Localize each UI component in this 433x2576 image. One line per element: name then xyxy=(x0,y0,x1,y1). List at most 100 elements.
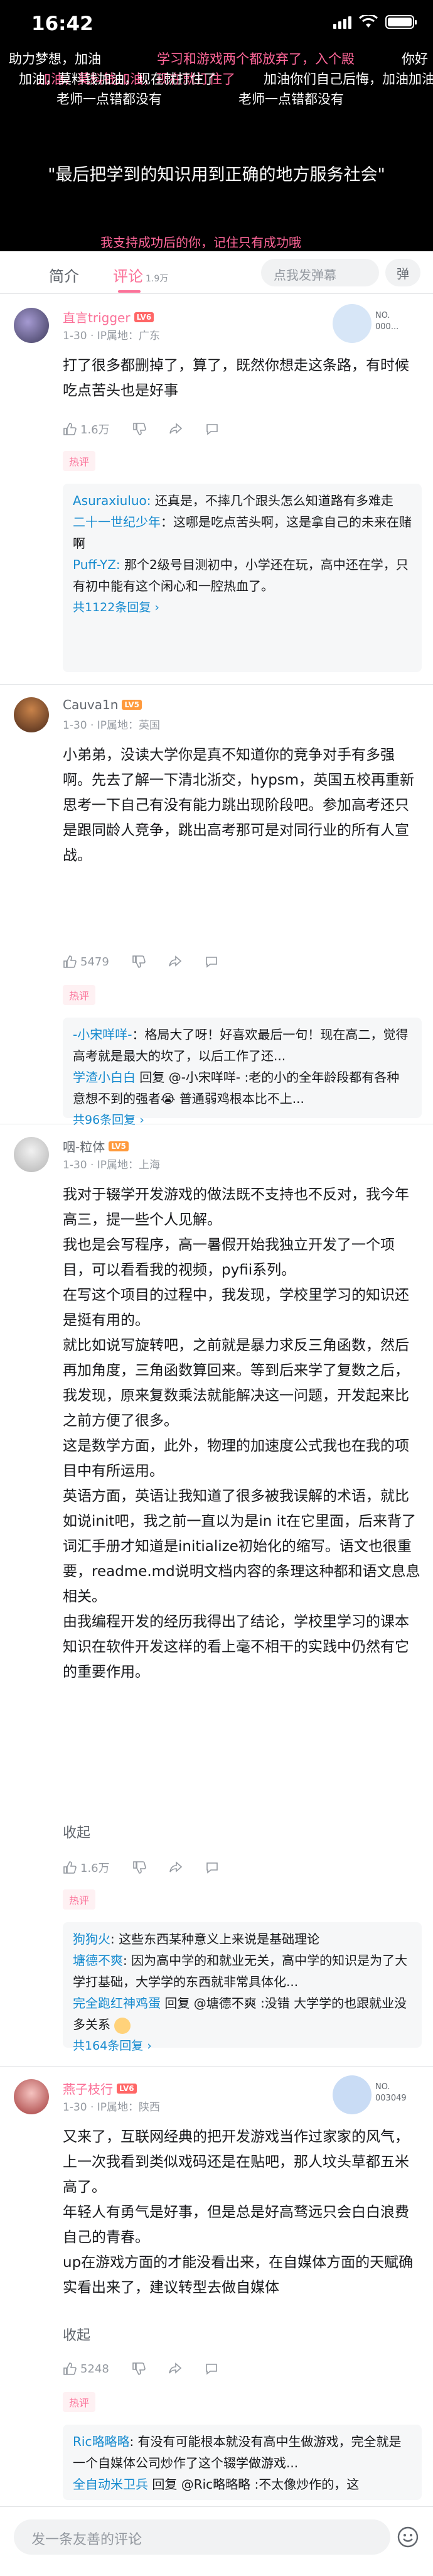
comment-list: 直言trigger LV6 1-30 · IP属地：广东 NO. 000... … xyxy=(0,295,433,2500)
avatar[interactable] xyxy=(14,2079,49,2114)
like-count: 1.6万 xyxy=(80,1862,110,1875)
comment-username[interactable]: 咽-粒体 LV5 xyxy=(63,1137,129,1155)
like-count: 5479 xyxy=(80,955,109,969)
status-time: 16:42 xyxy=(31,13,94,35)
reply-username[interactable]: Puff-YZ: xyxy=(73,557,120,572)
view-more-replies-link[interactable]: 共1122条回复 › xyxy=(73,597,412,618)
share-icon[interactable] xyxy=(169,422,183,436)
comment-meta: 1-30 · IP属地：陕西 xyxy=(63,2101,161,2114)
reply-item: 学渣小白白 回复 @-小宋咩咩- :老的小的全年龄段都有各种意想不到的强者😭 普… xyxy=(73,1067,412,1109)
danmaku-item: 加油你们自己后悔，加油加油！ xyxy=(264,72,433,87)
reply-preview-box[interactable]: -小宋咩咩-：格局大了呀！好喜欢最后一句！现在高二，觉得高考就是最大的坎了，以后… xyxy=(63,1018,422,1127)
comment-meta: 1-30 · IP属地：英国 xyxy=(63,719,161,732)
reply-username[interactable]: 全自动米卫兵 xyxy=(73,2477,148,2492)
reply-item: Ric略略略: 有没有可能根本就没有高中生做游戏，完全就是一个自媒体公司炒作了这… xyxy=(73,2431,412,2474)
wifi-icon xyxy=(359,15,378,28)
avatar[interactable] xyxy=(14,308,49,343)
thumb-down-icon[interactable] xyxy=(132,1861,146,1874)
like-button[interactable]: 1.6万 xyxy=(63,1859,110,1876)
comment-username[interactable]: Cauva1n LV5 xyxy=(63,697,142,712)
comment-meta: 1-30 · IP属地：上海 xyxy=(63,1159,161,1171)
system-icons xyxy=(333,15,417,29)
danmaku-toggle-button[interactable]: 弹 xyxy=(385,259,420,286)
reply-icon[interactable] xyxy=(205,422,219,436)
share-icon[interactable] xyxy=(168,955,182,969)
reply-text: 那个2级号目测初中，小学还在玩，高中还在学，只有初中能有这个闲心和一腔热血了。 xyxy=(73,557,409,594)
comment-item: 燕子枝行 LV6 1-30 · IP属地：陕西 NO. 003049 又来了，互… xyxy=(0,2067,433,2500)
thumb-down-icon[interactable] xyxy=(132,422,146,436)
like-button[interactable]: 5479 xyxy=(63,955,109,969)
decoration-icon xyxy=(333,304,372,343)
level-badge: LV5 xyxy=(122,700,142,710)
reply-item: 全自动米卫兵 回复 @Ric略略略 :不太像炒作的，这 xyxy=(73,2474,412,2495)
like-button[interactable]: 1.6万 xyxy=(63,421,110,437)
level-badge: LV5 xyxy=(109,1141,129,1151)
reply-icon[interactable] xyxy=(205,1861,219,1874)
comment-text: 我对于辍学开发游戏的做法既不支持也不反对，我今年高三，提一些个人见解。 我也是会… xyxy=(63,1187,420,1680)
reply-text: : 这些东西某种意义上来说是基础理论 xyxy=(110,1932,320,1947)
hot-comment-tag: 热评 xyxy=(63,2392,96,2412)
danmaku-item: 学习和游戏两个都放弃了，入个殿 xyxy=(157,52,355,67)
comment-actions: 1.6万 xyxy=(63,421,219,437)
danmaku-input[interactable]: 点我发弹幕 xyxy=(261,259,379,286)
thumb-up-icon xyxy=(63,423,77,435)
comment-input[interactable]: 发一条友善的评论 xyxy=(14,2519,390,2555)
view-more-replies-link[interactable]: 共164条回复 › xyxy=(73,2035,412,2057)
fan-badge-decoration: NO. 000... xyxy=(333,304,420,343)
reply-item: 狗狗火: 这些东西某种意义上来说是基础理论 xyxy=(73,1928,412,1950)
reply-username[interactable]: Asuraxiuluo: xyxy=(73,493,151,508)
reply-preview-box[interactable]: 狗狗火: 这些东西某种意义上来说是基础理论 塘德不爽: 因为高中学的和就业无关，… xyxy=(63,1922,422,2053)
tab-bar: 简介 评论 1.9万 点我发弹幕 弹 xyxy=(0,251,433,294)
collapse-link[interactable]: 收起 xyxy=(63,1822,90,1842)
reply-text: 回复 @Ric略略略 :不太像炒作的，这 xyxy=(148,2477,360,2492)
reply-username[interactable]: 狗狗火 xyxy=(73,1932,110,1947)
thumb-down-icon[interactable] xyxy=(132,955,146,969)
danmaku-item: 老师一点错都没有 xyxy=(238,92,344,107)
reply-username[interactable]: 学渣小白白 xyxy=(73,1070,136,1085)
reply-username[interactable]: -小宋咩咩- xyxy=(73,1027,132,1042)
reply-icon[interactable] xyxy=(205,2362,218,2376)
comment-actions: 5479 xyxy=(63,955,218,969)
reply-item: 完全跑红神鸡蛋 回复 @塘德不爽 :没错 大学学的也跟就业没多关系 xyxy=(73,1992,412,2035)
like-button[interactable]: 5248 xyxy=(63,2362,109,2376)
share-icon[interactable] xyxy=(168,2362,182,2376)
tab-comments-count: 1.9万 xyxy=(146,274,169,284)
tab-intro[interactable]: 简介 xyxy=(49,264,79,286)
decoration-number: NO. 003049 xyxy=(375,2082,407,2103)
video-player[interactable]: 助力梦想，加油 学习和游戏两个都放弃了，入个殿 你好 加油，莫料钱加油，现在就打住了 加… xyxy=(0,44,433,251)
like-count: 5248 xyxy=(80,2362,109,2376)
thumb-down-icon[interactable] xyxy=(132,2362,146,2376)
reply-preview-box[interactable]: Asuraxiuluo: 还真是，不摔几个跟头怎么知道路有多难走 二十一世纪少年… xyxy=(63,484,422,672)
signal-icon xyxy=(333,15,351,29)
avatar[interactable] xyxy=(14,1137,49,1172)
danmaku-item: 助力梦想，加油 xyxy=(9,52,101,67)
tab-underline xyxy=(118,290,141,293)
reply-username[interactable]: 二十一世纪少年 xyxy=(73,514,161,530)
decoration-icon xyxy=(333,2075,372,2114)
danmaku-bottom: 我支持成功后的你，记住只有成功哦 xyxy=(100,235,301,250)
username-text: 咽-粒体 xyxy=(63,1139,105,1155)
username-text: 直言trigger xyxy=(63,310,131,325)
reply-preview-box[interactable]: Ric略略略: 有没有可能根本就没有高中生做游戏，完全就是一个自媒体公司炒作了这… xyxy=(63,2425,422,2500)
reply-icon[interactable] xyxy=(205,955,218,969)
reply-username[interactable]: 完全跑红神鸡蛋 xyxy=(73,1996,161,2011)
share-icon[interactable] xyxy=(169,1861,183,1874)
comment-username[interactable]: 燕子枝行 LV6 xyxy=(63,2079,137,2097)
hot-comment-tag: 热评 xyxy=(63,451,96,471)
reply-username[interactable]: 塘德不爽 xyxy=(73,1953,123,1968)
reply-item: Asuraxiuluo: 还真是，不摔几个跟头怎么知道路有多难走 xyxy=(73,490,412,511)
comment-actions: 1.6万 xyxy=(63,1859,219,1876)
username-text: Cauva1n xyxy=(63,697,119,712)
avatar[interactable] xyxy=(14,697,49,732)
level-badge: LV6 xyxy=(117,2083,137,2094)
comment-actions: 5248 xyxy=(63,2362,218,2376)
username-text: 燕子枝行 xyxy=(63,2082,113,2097)
tab-comments[interactable]: 评论 1.9万 xyxy=(113,264,168,286)
thumb-up-icon xyxy=(63,1861,77,1874)
emoji-picker-icon[interactable] xyxy=(397,2526,419,2548)
comment-username[interactable]: 直言trigger LV6 xyxy=(63,308,154,326)
reply-item: -小宋咩咩-：格局大了呀！好喜欢最后一句！现在高二，觉得高考就是最大的坎了，以后… xyxy=(73,1024,412,1067)
collapse-link[interactable]: 收起 xyxy=(63,2324,90,2344)
reply-username[interactable]: Ric略略略 xyxy=(73,2434,129,2449)
status-bar: 16:42 xyxy=(0,0,433,49)
